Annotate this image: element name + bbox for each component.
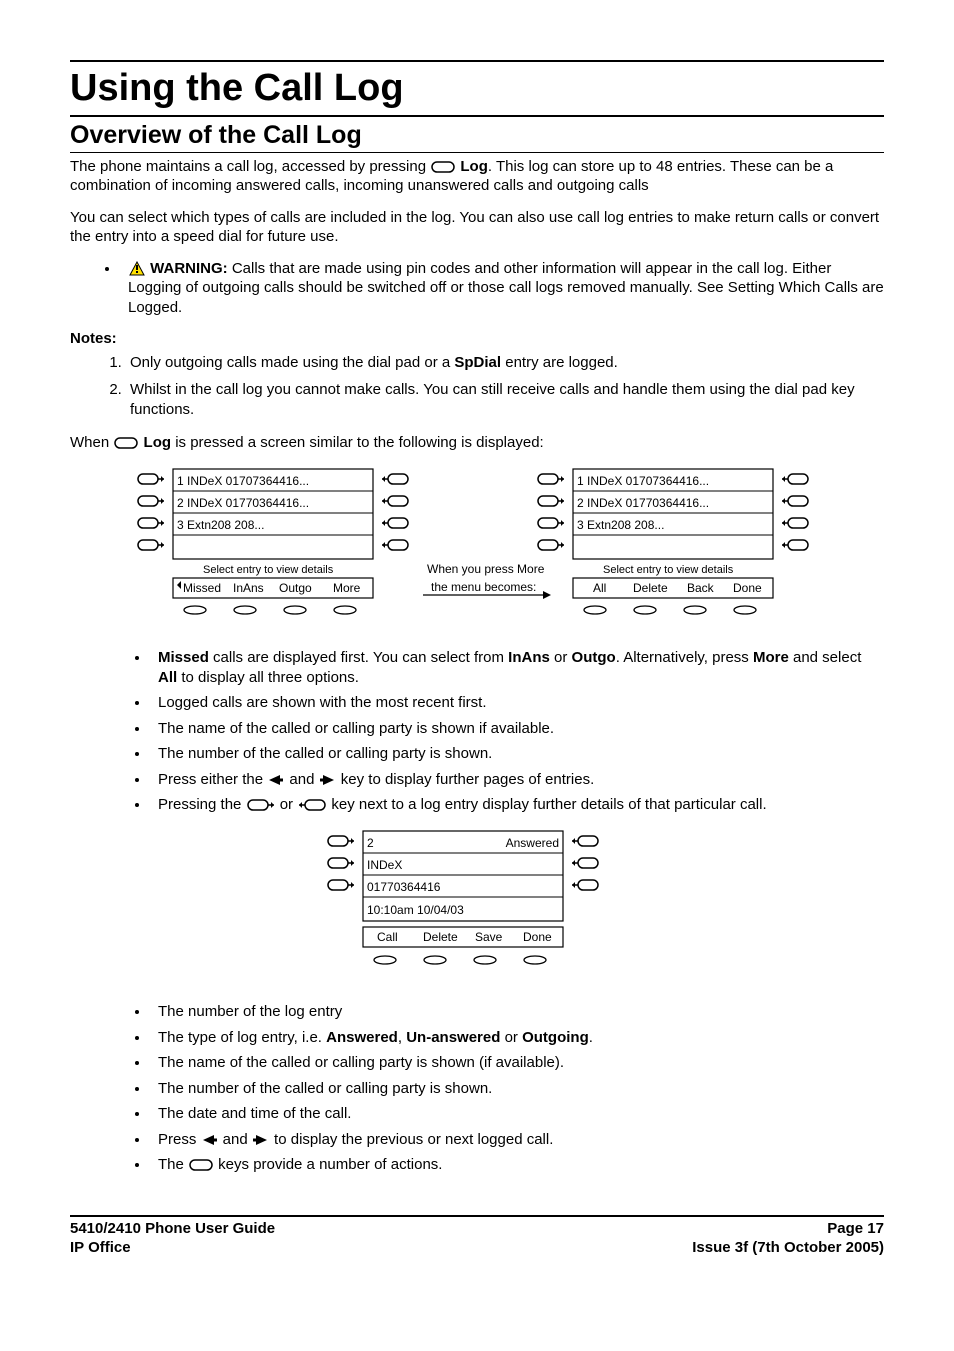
lozenge-icon [189, 1159, 213, 1171]
footer-guide-name: 5410/2410 Phone User Guide [70, 1219, 275, 1239]
lozenge-icon [431, 161, 455, 173]
fig1-soft-done: Done [733, 581, 762, 595]
fig1r-row3: 3 Extn208 208... [577, 518, 664, 532]
arrow-right-icon [253, 1134, 269, 1146]
lozenge-right-icon [247, 799, 275, 811]
fig2-l4: 10:10am 10/04/03 [367, 903, 464, 917]
fig1-row2: 2 INDeX 01770364416... [177, 496, 309, 510]
fig1-soft-all: All [593, 581, 606, 595]
lozenge-left-icon [298, 799, 326, 811]
warning-item: WARNING: Calls that are made using pin c… [120, 259, 884, 318]
fig2-l3: 01770364416 [367, 880, 441, 894]
fig1-soft-back: Back [687, 581, 715, 595]
fig1-soft-outgo: Outgo [279, 581, 312, 595]
fig1-soft-missed: Missed [183, 581, 221, 595]
figure-call-detail-screen: 2 Answered INDeX 01770364416 10:10am 10/… [70, 827, 884, 993]
fig1-mid2: the menu becomes: [431, 580, 536, 594]
fig1r-row1: 1 INDeX 01707364416... [577, 474, 709, 488]
intro-paragraph-1: The phone maintains a call log, accessed… [70, 157, 884, 196]
bullet-b1: The number of the log entry [150, 1002, 884, 1022]
fig2-l1b: Answered [506, 836, 559, 850]
bullet-b5: The date and time of the call. [150, 1104, 884, 1124]
bullet-a5: Press either the and key to display furt… [150, 770, 884, 790]
fig2-soft-save: Save [475, 930, 503, 944]
page-footer: 5410/2410 Phone User Guide IP Office Pag… [70, 1215, 884, 1258]
fig2-l2: INDeX [367, 858, 402, 872]
note-2: Whilst in the call log you cannot make c… [126, 380, 884, 419]
bullet-a2: Logged calls are shown with the most rec… [150, 693, 884, 713]
footer-page-number: Page 17 [692, 1219, 884, 1239]
when-paragraph: When Log is pressed a screen similar to … [70, 433, 884, 453]
footer-product: IP Office [70, 1238, 275, 1258]
intro-paragraph-2: You can select which types of calls are … [70, 208, 884, 247]
fig1-soft-delete: Delete [633, 581, 668, 595]
bullet-b4: The number of the called or calling part… [150, 1079, 884, 1099]
note-1: Only outgoing calls made using the dial … [126, 353, 884, 373]
arrow-left-icon [268, 774, 284, 786]
bullet-a6: Pressing the or key next to a log entry … [150, 795, 884, 815]
fig1-row1: 1 INDeX 01707364416... [177, 474, 309, 488]
fig1r-prompt: Select entry to view details [603, 564, 734, 576]
warning-icon [129, 261, 145, 276]
footer-issue: Issue 3f (7th October 2005) [692, 1238, 884, 1258]
fig1r-row2: 2 INDeX 01770364416... [577, 496, 709, 510]
bullet-b7: The keys provide a number of actions. [150, 1155, 884, 1175]
fig1-row3: 3 Extn208 208... [177, 518, 264, 532]
fig1-soft-more: More [333, 581, 361, 595]
fig2-l1a: 2 [367, 836, 374, 850]
lozenge-icon [114, 437, 138, 449]
page-title: Using the Call Log [70, 60, 884, 117]
bullet-a3: The name of the called or calling party … [150, 719, 884, 739]
figure-call-log-screens: 1 INDeX 01707364416... 2 INDeX 017703644… [70, 465, 884, 641]
bullet-b2: The type of log entry, i.e. Answered, Un… [150, 1028, 884, 1048]
fig2-soft-done: Done [523, 930, 552, 944]
fig1-prompt-l: Select entry to view details [203, 564, 334, 576]
bullet-b6: Press and to display the previous or nex… [150, 1130, 884, 1150]
arrow-left-icon [202, 1134, 218, 1146]
notes-heading: Notes: [70, 329, 884, 349]
bullet-a1: Missed calls are displayed first. You ca… [150, 648, 884, 687]
section-title: Overview of the Call Log [70, 119, 884, 153]
fig2-soft-call: Call [377, 930, 398, 944]
fig1-soft-inans: InAns [233, 581, 264, 595]
bullet-b3: The name of the called or calling party … [150, 1053, 884, 1073]
bullet-a4: The number of the called or calling part… [150, 744, 884, 764]
fig1-mid1: When you press More [427, 562, 545, 576]
arrow-right-icon [320, 774, 336, 786]
fig2-soft-delete: Delete [423, 930, 458, 944]
